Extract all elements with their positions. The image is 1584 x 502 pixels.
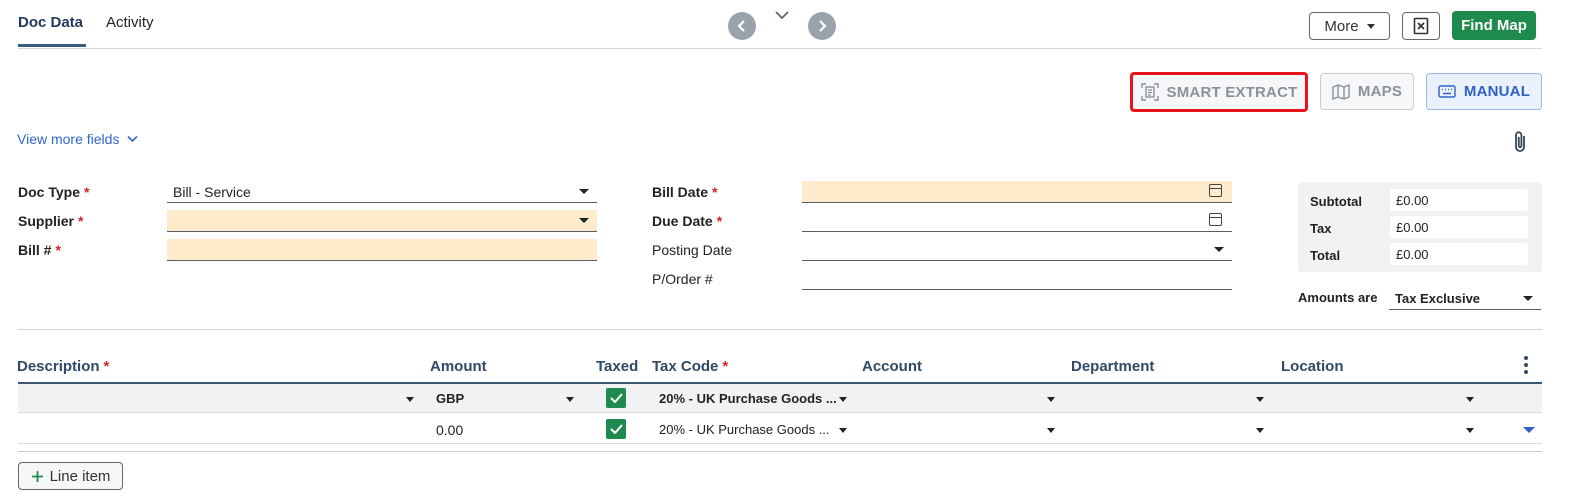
- tab-activity[interactable]: Activity: [106, 14, 154, 31]
- col-taxed[interactable]: Taxed: [596, 358, 638, 375]
- manual-button[interactable]: MANUAL: [1426, 73, 1542, 110]
- add-line-label: Line item: [49, 467, 111, 485]
- supplier-label: Supplier *: [18, 213, 84, 229]
- currency-caret-icon[interactable]: [566, 397, 574, 402]
- taxed-checkbox-line[interactable]: [606, 419, 626, 439]
- doc-type-value: Bill - Service: [173, 183, 251, 200]
- chevron-left-icon: [737, 20, 745, 32]
- doc-type-select[interactable]: Bill - Service: [167, 181, 597, 203]
- col-department[interactable]: Department: [1071, 358, 1154, 375]
- total-label: Total: [1310, 248, 1341, 263]
- line-amount-value[interactable]: 0.00: [436, 422, 463, 438]
- add-line-item-button[interactable]: Line item: [18, 462, 123, 490]
- tax-code-line-value[interactable]: 20% - UK Purchase Goods ...: [659, 422, 830, 437]
- grid-options-button[interactable]: [1522, 355, 1530, 378]
- expand-button[interactable]: [772, 8, 792, 24]
- view-more-label: View more fields: [17, 131, 120, 147]
- col-location[interactable]: Location: [1281, 358, 1344, 375]
- posting-date-select[interactable]: [802, 239, 1232, 261]
- bill-number-input[interactable]: [167, 239, 597, 261]
- manual-label: MANUAL: [1463, 83, 1531, 100]
- col-tax-code[interactable]: Tax Code *: [652, 358, 728, 375]
- more-vertical-icon: [1524, 356, 1528, 374]
- due-date-input[interactable]: [802, 210, 1232, 232]
- currency-value[interactable]: GBP: [436, 391, 464, 406]
- total-value: £0.00: [1390, 243, 1528, 265]
- smart-extract-button[interactable]: SMART EXTRACT: [1130, 72, 1308, 112]
- posting-date-label: Posting Date: [652, 242, 733, 258]
- caret-down-icon: [1214, 247, 1224, 252]
- grid-bottom-rule: [18, 451, 1542, 452]
- doc-type-label: Doc Type *: [18, 184, 90, 200]
- view-more-fields-link[interactable]: View more fields: [17, 131, 139, 147]
- caret-down-icon: [579, 189, 589, 194]
- caret-down-icon: [1366, 23, 1375, 29]
- attachment-button[interactable]: [1512, 130, 1530, 157]
- caret-down-icon: [1523, 296, 1533, 301]
- caret-down-icon: [579, 218, 589, 223]
- tax-code-caret-icon[interactable]: [839, 397, 847, 402]
- bill-date-label: Bill Date *: [652, 184, 718, 200]
- paperclip-icon: [1515, 131, 1525, 152]
- keyboard-icon: [1438, 85, 1456, 98]
- location-caret-icon[interactable]: [1466, 397, 1474, 402]
- calendar-icon[interactable]: [1209, 184, 1222, 197]
- header-divider: [18, 48, 1542, 49]
- section-divider: [18, 329, 1542, 330]
- prev-document-button[interactable]: [728, 12, 756, 40]
- map-icon: [1332, 83, 1350, 100]
- calendar-icon[interactable]: [1209, 213, 1222, 226]
- tax-code-caret-icon[interactable]: [839, 428, 847, 433]
- subtotal-label: Subtotal: [1310, 194, 1362, 209]
- tax-label: Tax: [1310, 221, 1332, 236]
- maps-label: MAPS: [1357, 83, 1403, 100]
- department-caret-icon[interactable]: [1256, 397, 1264, 402]
- plus-icon: [31, 470, 43, 482]
- amounts-are-label: Amounts are: [1298, 290, 1378, 305]
- chevron-down-icon: [127, 135, 139, 143]
- close-document-icon: [1413, 17, 1429, 35]
- amounts-are-value: Tax Exclusive: [1395, 291, 1481, 306]
- checkmark-icon: [609, 393, 623, 403]
- supplier-select[interactable]: [167, 210, 597, 232]
- more-button[interactable]: More: [1309, 12, 1390, 40]
- tab-doc-data[interactable]: Doc Data: [18, 14, 83, 31]
- porder-label: P/Order #: [652, 271, 713, 287]
- department-caret-icon[interactable]: [1256, 428, 1264, 433]
- tax-value: £0.00: [1390, 216, 1528, 238]
- chevron-down-icon: [775, 11, 789, 20]
- smart-extract-label: SMART EXTRACT: [1166, 83, 1298, 101]
- col-amount[interactable]: Amount: [430, 358, 487, 375]
- maps-button[interactable]: MAPS: [1320, 73, 1414, 110]
- bill-number-label: Bill # *: [18, 242, 61, 258]
- location-caret-icon[interactable]: [1466, 428, 1474, 433]
- active-tab-indicator: [18, 44, 86, 47]
- account-caret-icon[interactable]: [1047, 397, 1055, 402]
- checkmark-icon: [609, 424, 623, 434]
- amounts-are-select[interactable]: Tax Exclusive: [1389, 288, 1541, 310]
- scan-document-icon: [1140, 83, 1159, 101]
- porder-input[interactable]: [802, 268, 1232, 290]
- due-date-label: Due Date *: [652, 213, 723, 229]
- row-expand-icon[interactable]: [1523, 427, 1535, 433]
- account-caret-icon[interactable]: [1047, 428, 1055, 433]
- taxed-checkbox-default[interactable]: [606, 388, 626, 408]
- close-document-button[interactable]: [1402, 12, 1440, 40]
- col-description[interactable]: Description *: [17, 358, 109, 375]
- bill-date-input[interactable]: [802, 181, 1232, 203]
- find-map-button[interactable]: Find Map: [1452, 11, 1536, 40]
- next-document-button[interactable]: [808, 12, 836, 40]
- description-caret-icon[interactable]: [406, 397, 414, 402]
- col-account[interactable]: Account: [862, 358, 922, 375]
- tax-code-default-value[interactable]: 20% - UK Purchase Goods ...: [659, 391, 837, 406]
- subtotal-value: £0.00: [1390, 189, 1528, 211]
- more-label: More: [1324, 17, 1359, 35]
- chevron-right-icon: [819, 20, 827, 32]
